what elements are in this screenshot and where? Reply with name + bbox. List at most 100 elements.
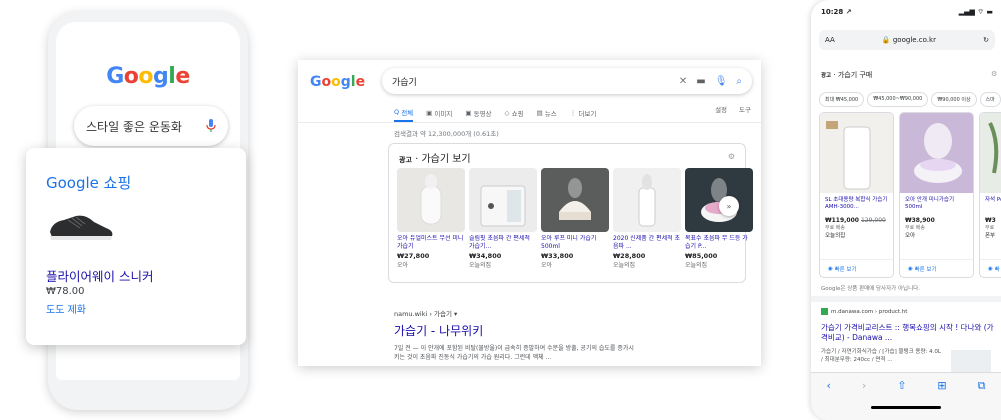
ad-products: 오아 듀얼미스트 무선 미니 가습기 ₩27,800 오아 슬림핏 초음파 간 … [397, 168, 757, 269]
price-current: ₩119,000 [825, 217, 859, 224]
mobile-product-card[interactable]: SL 초대용량 복합식 가습기 AMH-3000... ₩119,000 129… [819, 112, 894, 278]
product-name-link[interactable]: 플라이어웨이 스니커 [46, 266, 153, 285]
result-url-text: m.danawa.com › product.ht [831, 308, 908, 315]
bookmarks-icon[interactable]: ⊞ [937, 379, 946, 392]
mobile-search-box[interactable]: 스타일 좋은 운동화 [74, 106, 228, 146]
tab-more[interactable]: ⋮ 더보기 [570, 104, 597, 122]
product-name: SL 초대용량 복합식 가습기 AMH-3000... [825, 197, 888, 210]
desktop-search-window: Google 가습기 ✕ ▬ 🎙 ⌕ Q 전체 ▣ 이미지 ▣ 동영상 ◇ 쇼핑… [298, 60, 761, 366]
home-indicator [871, 406, 941, 409]
ad-header: 광고 · 가습기 구매 ⚙ [821, 70, 998, 79]
ad-product-card[interactable]: 2020 신제품 간 편세척 초음파 ... ₩28,800 오늘의집 [613, 168, 681, 269]
result-title-link[interactable]: 가습기 - 나무위키 [394, 322, 749, 339]
mic-icon[interactable] [206, 119, 216, 133]
quick-view-label: 빠른 보기 [914, 266, 937, 273]
tabs-icon[interactable]: ⧉ [978, 379, 986, 393]
divider [811, 296, 1001, 302]
mobile-product-card[interactable]: 자석 Pop ₩3 무료 폰부 ◉ 빠 [979, 112, 1001, 278]
ad-tag: 광고 [821, 73, 832, 79]
share-icon[interactable]: ⇧ [897, 379, 906, 392]
eye-icon: ◉ [908, 265, 913, 272]
back-icon[interactable]: ‹ [826, 379, 830, 392]
divider [298, 122, 761, 123]
text-size-button[interactable]: AA [825, 36, 835, 44]
product-store: 폰부 [985, 233, 996, 239]
safari-toolbar: ‹ › ⇧ ⊞ ⧉ [811, 372, 1001, 420]
google-logo-desktop[interactable]: Google [310, 74, 365, 90]
product-store: 오늘의집 [825, 233, 846, 239]
result-description: 가습기 / 자연기화식가습 / [가습] 물탱크 용량: 4.0L / 최대분무… [821, 349, 941, 363]
ad-product-card[interactable]: 오아 루프 미니 가습기 500ml ₩33,800 오아 [541, 168, 609, 269]
price-chip[interactable]: 스마 [979, 92, 1001, 107]
product-name: 복표수 초음파 무 드등 가습기 P... [685, 235, 748, 250]
product-store: 오늘의집 [469, 262, 492, 269]
price-old: 129,000 [861, 217, 886, 224]
quick-view-label: 빠 [994, 266, 1000, 273]
tab-news[interactable]: ▤ 뉴스 [537, 104, 557, 122]
ad-title: 가습기 구매 [837, 71, 873, 79]
tab-shopping[interactable]: ◇ 쇼핑 [505, 104, 524, 122]
reload-icon[interactable]: ↻ [983, 36, 989, 44]
product-price: ₩33,800 [541, 252, 574, 260]
keyboard-icon[interactable]: ▬ [696, 76, 705, 87]
product-store: 오아 [905, 233, 916, 239]
tab-all-icon: Q [394, 108, 400, 116]
product-price: ₩27,800 [397, 252, 430, 260]
product-name: 오아 루프 미니 가습기 500ml [541, 235, 597, 250]
result-title-link[interactable]: 가습기 가격비교리스트 :: 행복쇼핑의 시작 ! 다나와 (가격비교) - D… [821, 323, 997, 343]
search-query-text: 스타일 좋은 운동화 [86, 119, 182, 134]
tab-more-icon: ⋮ [569, 109, 577, 117]
url-bar[interactable]: AA 🔒 google.co.kr ↻ [819, 30, 995, 50]
desktop-search-box[interactable]: 가습기 ✕ ▬ 🎙 ⌕ [382, 68, 752, 94]
ad-product-card[interactable]: 복표수 초음파 무 드등 가습기 P... ₩85,000 오늘의집 [685, 168, 753, 269]
price-filter-chips: 최대 ₩45,000 ₩45,000~₩90,000 ₩90,000 이상 스마 [819, 92, 1001, 107]
quick-view-button[interactable]: ◉ 빠른 보기 [820, 259, 893, 277]
eye-icon: ◉ [828, 265, 833, 272]
result-stats: 검색결과 약 12,300,000개 (0.61초) [394, 130, 499, 138]
search-query-text: 가습기 [392, 77, 417, 88]
price-chip[interactable]: ₩90,000 이상 [931, 92, 977, 107]
search-tabs: Q 전체 ▣ 이미지 ▣ 동영상 ◇ 쇼핑 ▤ 뉴스 ⋮ 더보기 설정 도구 [394, 104, 751, 122]
product-name: 2020 신제품 간 편세척 초음파 ... [613, 235, 681, 250]
clear-icon[interactable]: ✕ [679, 76, 687, 87]
price-chip[interactable]: ₩45,000~₩90,000 [867, 92, 929, 107]
ad-product-card[interactable]: 슬림핏 초음파 간 편세척 가습기... ₩34,800 오늘의집 [469, 168, 537, 269]
quick-view-button[interactable]: ◉ 빠른 보기 [900, 259, 973, 277]
tools-link[interactable]: 도구 [739, 104, 751, 122]
store-name-link[interactable]: 도도 제화 [46, 301, 86, 316]
product-price: ₩34,800 [469, 252, 502, 260]
product-price: ₩28,800 [613, 252, 646, 260]
product-image [980, 113, 1001, 193]
product-image [820, 113, 893, 193]
product-store: 오아 [397, 262, 409, 269]
ad-header: 광고 · 가습기 보기 [399, 154, 471, 165]
product-store: 오아 [541, 262, 553, 269]
tab-videos[interactable]: ▣ 동영상 [465, 104, 491, 122]
mobile-product-card[interactable]: 오아 안개 미니가습기 500ml ₩38,900 무료 배송 오아 ◉ 빠른 … [899, 112, 974, 278]
product-price: ₩85,000 [685, 252, 718, 260]
status-icons: ▂▄▆ ⌔ ▬ [958, 8, 993, 16]
google-shopping-card[interactable]: Google 쇼핑 플라이어웨이 스니커 ₩78.00 도도 제화 [26, 148, 246, 345]
product-price: ₩78.00 [46, 286, 85, 297]
status-bar: 10:28 ↗ ▂▄▆ ⌔ ▬ [821, 8, 993, 17]
quick-view-button[interactable]: ◉ 빠 [980, 259, 1001, 277]
search-icon[interactable]: ⌕ [736, 76, 742, 87]
ad-product-card[interactable]: 오아 듀얼미스트 무선 미니 가습기 ₩27,800 오아 [397, 168, 465, 269]
ad-disclaimer: Google은 상품 판매에 당사자가 아닙니다. [821, 286, 920, 292]
forward-icon[interactable]: › [862, 379, 866, 392]
more-icon[interactable]: ⚙ [991, 70, 997, 78]
result-url[interactable]: m.danawa.com › product.ht [821, 308, 997, 315]
next-arrow-icon[interactable]: » [719, 196, 739, 216]
mic-icon[interactable]: 🎙 [715, 76, 728, 87]
tab-images[interactable]: ▣ 이미지 [426, 104, 452, 122]
product-image [469, 168, 537, 232]
tab-all[interactable]: Q 전체 [394, 104, 414, 122]
result-snippet-line2: 키는 것이 초음파 진동식 가습기의 가습 원리다. 그런데 액체 ... [394, 354, 552, 361]
tab-news-label: 뉴스 [544, 110, 557, 118]
price-chip[interactable]: 최대 ₩45,000 [819, 92, 865, 107]
settings-link[interactable]: 설정 [715, 104, 727, 122]
clock: 10:28 ↗ [821, 8, 852, 16]
more-options-icon[interactable]: ⚙ [728, 152, 735, 161]
product-store: 오늘의집 [685, 262, 708, 269]
result-url[interactable]: namu.wiki › 가습기 ▾ [394, 308, 749, 318]
